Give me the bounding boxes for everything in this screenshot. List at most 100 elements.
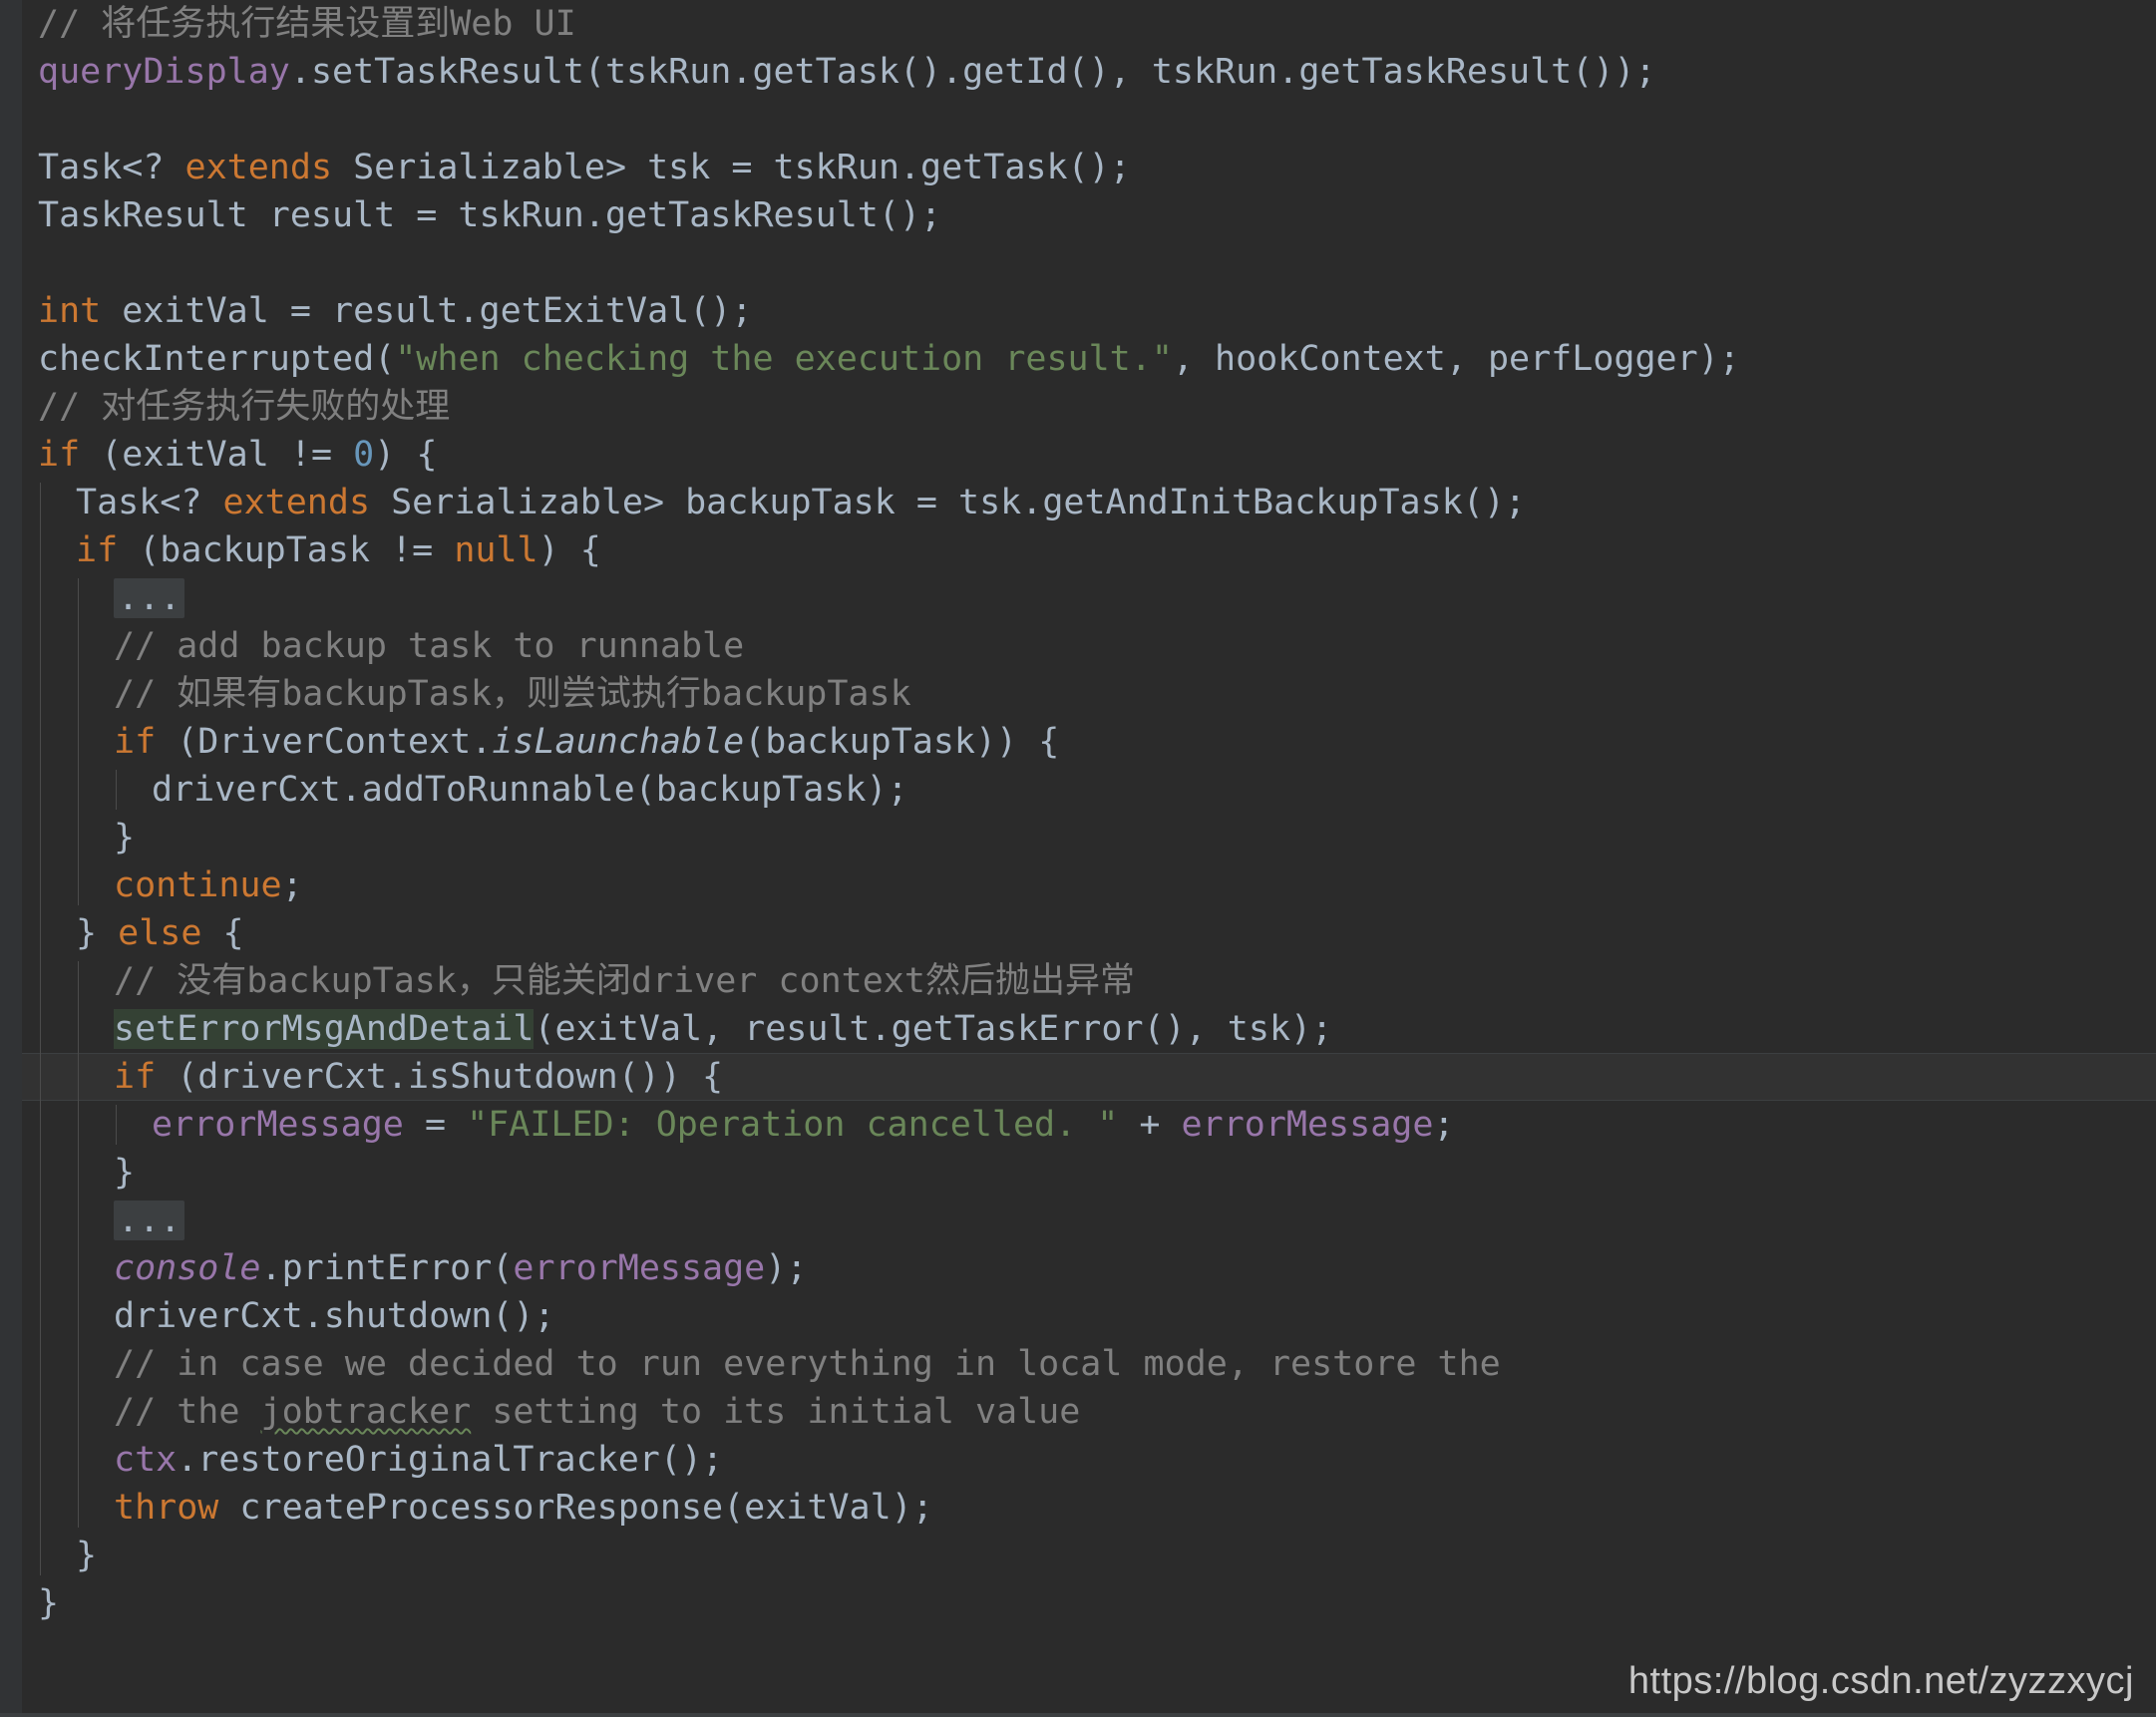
code-token-kw: null [454, 530, 539, 570]
code-token-id: } [76, 913, 119, 953]
code-token-id: .setTaskResult(tskRun.getTask().getId(),… [289, 52, 1656, 92]
code-token-id: driverCxt.shutdown(); [114, 1296, 555, 1336]
code-line[interactable]: if (DriverContext.isLaunchable(backupTas… [22, 718, 2156, 766]
code-token-id: + [1118, 1105, 1182, 1145]
code-token-fld: ctx [114, 1440, 178, 1480]
code-line[interactable]: } [22, 1149, 2156, 1197]
code-line[interactable]: // 如果有backupTask，则尝试执行backupTask [22, 670, 2156, 718]
code-line[interactable]: } [22, 1532, 2156, 1579]
code-line[interactable]: } else { [22, 909, 2156, 957]
indent-guide [40, 483, 41, 1575]
code-line[interactable]: if (exitVal != 0) { [22, 431, 2156, 479]
code-token-id: (DriverContext. [156, 722, 493, 762]
code-token-id: (exitVal, result.getTaskError(), tsk); [534, 1009, 1333, 1049]
code-line[interactable]: driverCxt.shutdown(); [22, 1292, 2156, 1340]
code-token-kw: if [114, 722, 157, 762]
code-token-id: Serializable> backupTask = tsk.getAndIni… [370, 483, 1526, 522]
code-line[interactable]: Task<? extends Serializable> tsk = tskRu… [22, 144, 2156, 191]
code-line[interactable]: Task<? extends Serializable> backupTask … [22, 479, 2156, 526]
code-token-id: (driverCxt.isShutdown()) { [156, 1057, 724, 1097]
code-token-kw: if [76, 530, 119, 570]
code-content[interactable]: // 将任务执行结果设置到Web UI queryDisplay.setTaskR… [22, 0, 2156, 1627]
code-token-id: Task<? [38, 148, 185, 187]
code-line[interactable]: // the jobtracker setting to its initial… [22, 1388, 2156, 1436]
watermark-url: https://blog.csdn.net/zyzzxycj [1627, 1660, 2134, 1702]
code-line[interactable]: driverCxt.addToRunnable(backupTask); [22, 766, 2156, 814]
code-line[interactable]: continue; [22, 861, 2156, 909]
code-token-kw: if [114, 1057, 157, 1097]
code-token-id: ; [1433, 1105, 1455, 1145]
code-line[interactable]: errorMessage = "FAILED: Operation cancel… [22, 1101, 2156, 1149]
code-token-id: ) { [538, 530, 601, 570]
code-token-kw: extends [222, 483, 371, 522]
code-line[interactable]: if (driverCxt.isShutdown()) { [22, 1053, 2156, 1101]
code-token-cmt: // 没有backupTask，只能关闭driver context然后抛出异常 [114, 961, 1135, 1001]
code-line[interactable]: checkInterrupted("when checking the exec… [22, 335, 2156, 383]
code-line[interactable]: ctx.restoreOriginalTracker(); [22, 1436, 2156, 1484]
code-token-id: TaskResult result = tskRun.getTaskResult… [38, 195, 942, 235]
fold-placeholder[interactable]: ... [114, 1201, 185, 1240]
fold-placeholder[interactable]: ... [114, 578, 185, 618]
editor-bottom-edge [0, 1713, 2156, 1717]
code-token-id: (exitVal != [80, 435, 354, 475]
code-token-cmt: // 对任务执行失败的处理 [38, 387, 451, 427]
code-line[interactable] [22, 96, 2156, 144]
code-token-cmt: setting to its initial value [471, 1392, 1081, 1432]
code-token-cmt: // add backup task to runnable [114, 626, 745, 666]
code-token-id: createProcessorResponse(exitVal); [218, 1488, 933, 1528]
code-token-id: } [114, 1153, 136, 1193]
code-token-id: checkInterrupted( [38, 339, 396, 379]
code-token-num: 0 [353, 435, 375, 475]
code-token-fld: errorMessage [1181, 1105, 1434, 1145]
code-token-str: "when checking the execution result." [395, 339, 1173, 379]
indent-guide [116, 770, 117, 810]
code-token-kw: int [38, 291, 102, 331]
code-token-id: } [76, 1536, 98, 1575]
code-token-id: ) { [374, 435, 438, 475]
code-token-id: = [403, 1105, 468, 1145]
code-token-cmt: // 将任务执行结果设置到Web UI [38, 4, 576, 44]
code-token-id: driverCxt.addToRunnable(backupTask); [152, 770, 908, 810]
code-token-str: "FAILED: Operation cancelled. " [467, 1105, 1119, 1145]
indent-guide [116, 1105, 117, 1145]
editor-surface[interactable]: // 将任务执行结果设置到Web UI queryDisplay.setTaskR… [0, 0, 2156, 1717]
code-line[interactable]: console.printError(errorMessage); [22, 1244, 2156, 1292]
code-token-kw: extends [184, 148, 333, 187]
code-token-id: (backupTask)) { [744, 722, 1060, 762]
code-line[interactable]: if (backupTask != null) { [22, 526, 2156, 574]
code-line[interactable]: TaskResult result = tskRun.getTaskResult… [22, 191, 2156, 239]
code-line[interactable]: // in case we decided to run everything … [22, 1340, 2156, 1388]
code-token-id: } [114, 818, 136, 858]
code-token-fld: queryDisplay [38, 52, 290, 92]
code-line[interactable]: ... [22, 1197, 2156, 1244]
code-line[interactable] [22, 239, 2156, 287]
code-token-id: Serializable> tsk = tskRun.getTask(); [332, 148, 1131, 187]
code-line[interactable]: // add backup task to runnable [22, 622, 2156, 670]
code-line[interactable]: // 没有backupTask，只能关闭driver context然后抛出异常 [22, 957, 2156, 1005]
code-token-stat: console [114, 1248, 261, 1288]
code-token-kw: if [38, 435, 81, 475]
spellcheck-typo: jobtracker [260, 1392, 472, 1432]
code-token-cmt: // 如果有backupTask，则尝试执行backupTask [114, 674, 911, 714]
code-token-id: exitVal = result.getExitVal(); [101, 291, 753, 331]
code-line[interactable]: // 对任务执行失败的处理 [22, 383, 2156, 431]
code-token-id: ; [281, 865, 303, 905]
code-token-id: { [201, 913, 244, 953]
code-line[interactable]: setErrorMsgAndDetail(exitVal, result.get… [22, 1005, 2156, 1053]
code-line[interactable]: // 将任务执行结果设置到Web UI [22, 0, 2156, 48]
code-line[interactable]: throw createProcessorResponse(exitVal); [22, 1484, 2156, 1532]
code-token-id: , hookContext, perfLogger); [1172, 339, 1740, 379]
code-line[interactable]: } [22, 814, 2156, 861]
code-line[interactable]: } [22, 1579, 2156, 1627]
code-line[interactable]: queryDisplay.setTaskResult(tskRun.getTas… [22, 48, 2156, 96]
editor-gutter[interactable] [0, 0, 22, 1717]
code-line[interactable]: ... [22, 574, 2156, 622]
indent-guide [78, 578, 79, 905]
code-token-id: .restoreOriginalTracker(); [177, 1440, 724, 1480]
code-line[interactable]: int exitVal = result.getExitVal(); [22, 287, 2156, 335]
code-token-id: } [38, 1583, 60, 1623]
code-token-id: (backupTask != [118, 530, 455, 570]
code-token-kw: continue [114, 865, 282, 905]
code-token-id: Task<? [76, 483, 223, 522]
highlighted-identifier[interactable]: setErrorMsgAndDetail [114, 1009, 535, 1049]
